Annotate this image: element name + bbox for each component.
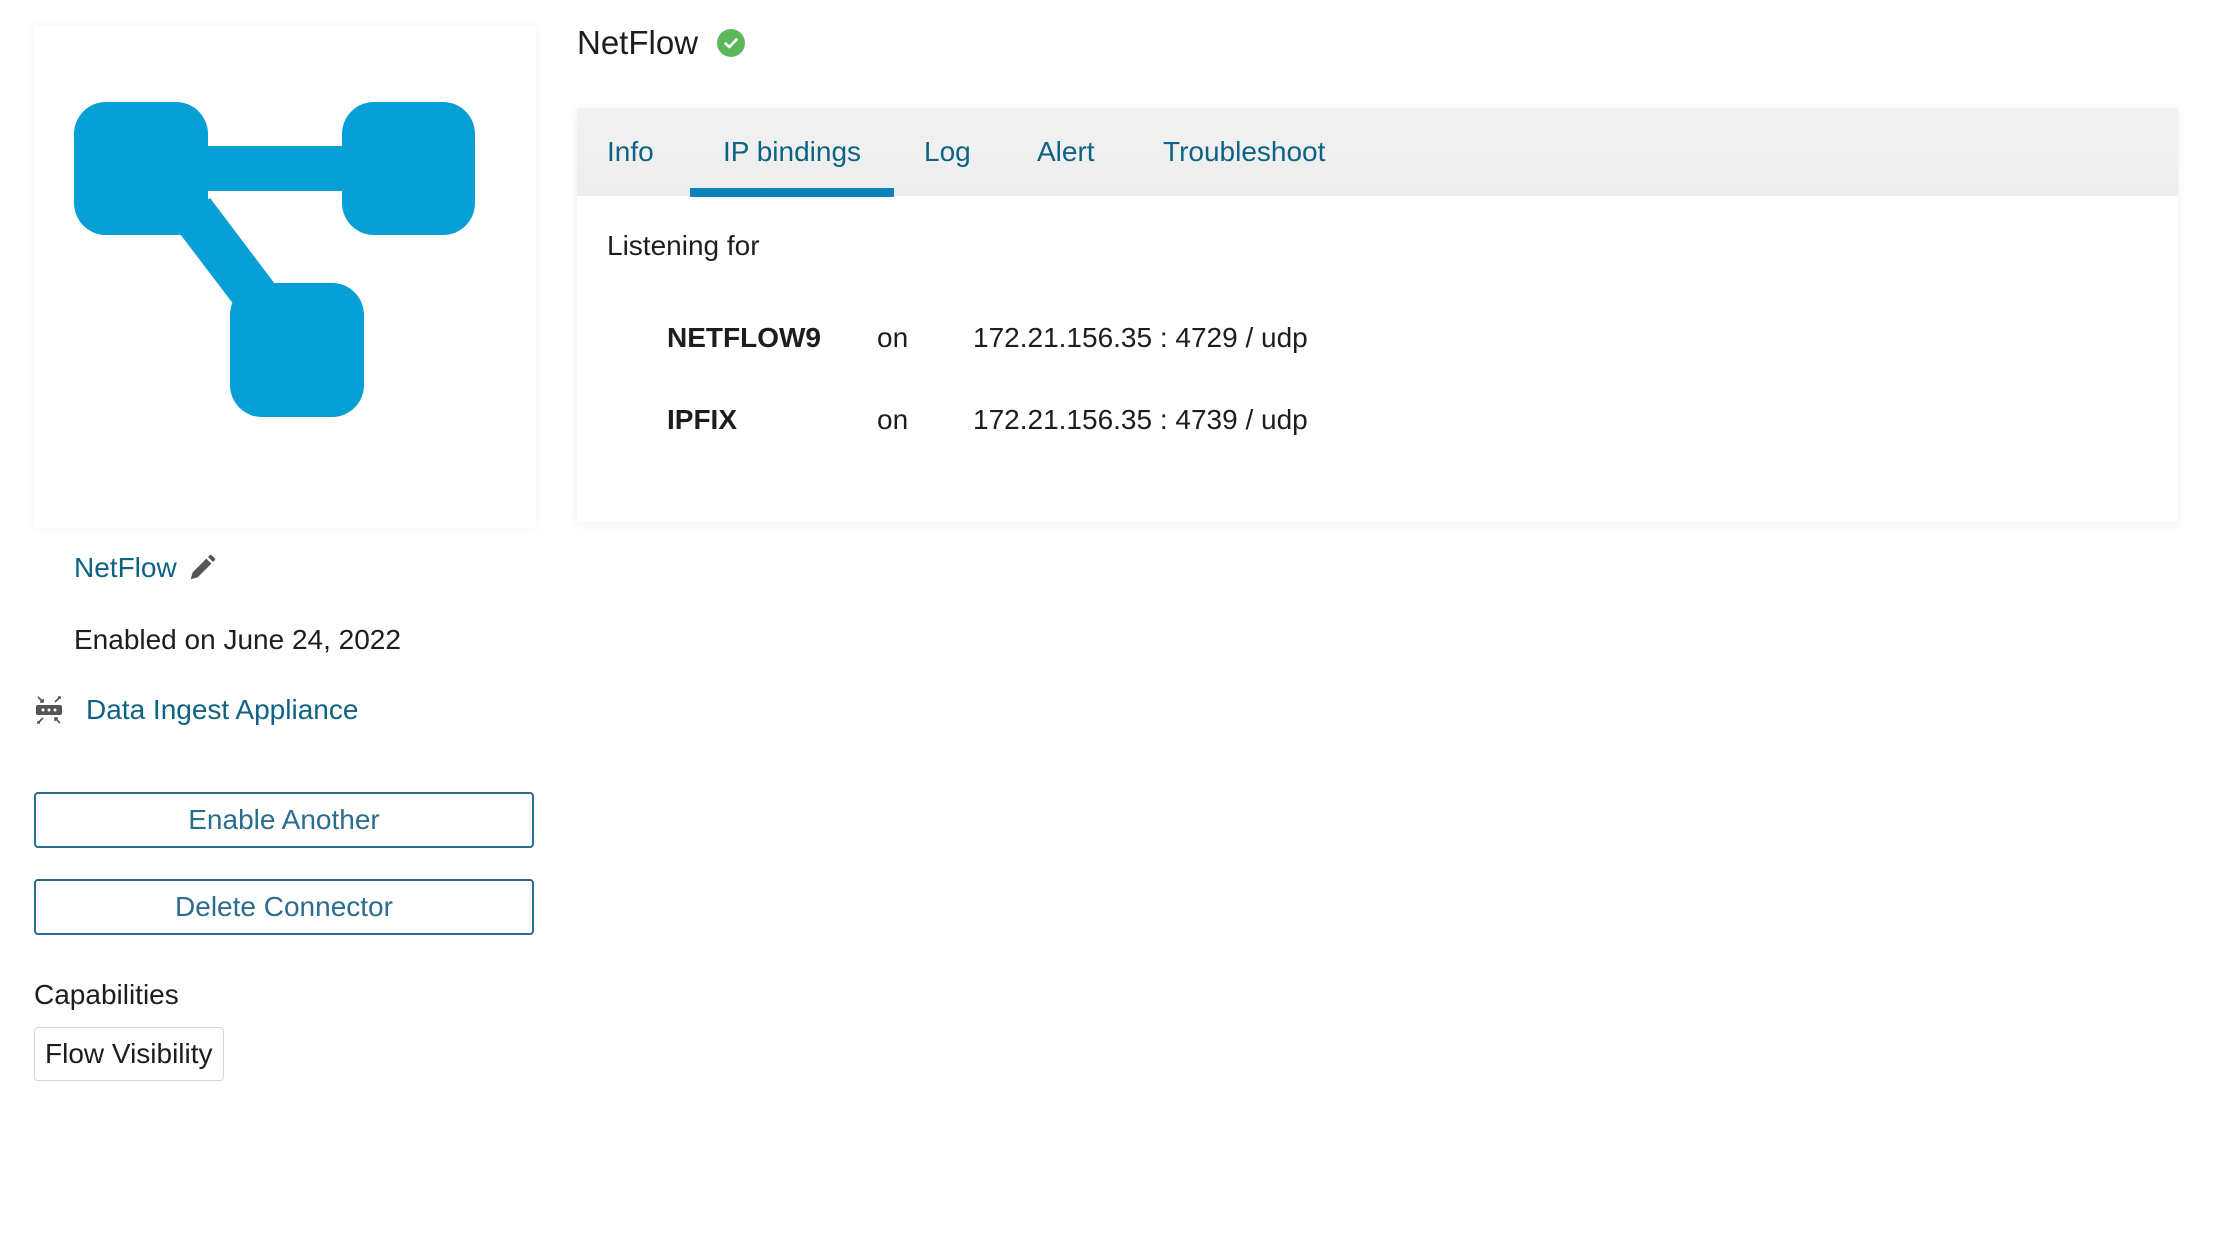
binding-row: IPFIX on 172.21.156.35 : 4739 / udp [667,404,1308,436]
netflow-logo-icon [74,102,475,417]
listening-heading: Listening for [607,230,760,261]
page-title: NetFlow [577,24,699,61]
tab-info[interactable]: Info [607,108,654,196]
appliance-row: Data Ingest Appliance [34,694,358,726]
delete-connector-button[interactable]: Delete Connector [34,879,534,935]
pencil-icon[interactable] [187,553,217,583]
tab-bar: Info IP bindings Log Alert Troubleshoot [577,108,2178,197]
check-circle-icon [717,29,746,57]
binding-row: NETFLOW9 on 172.21.156.35 : 4729 / udp [667,322,1308,354]
tab-troubleshoot[interactable]: Troubleshoot [1163,108,1325,196]
page-header: NetFlow [577,24,746,62]
capability-tag: Flow Visibility [34,1027,224,1081]
capabilities-heading: Capabilities [34,979,179,1010]
binding-protocol: NETFLOW9 [667,322,821,353]
details-panel: Info IP bindings Log Alert Troubleshoot … [577,108,2178,522]
binding-on-label: on [877,322,909,353]
tab-log[interactable]: Log [924,108,971,196]
data-ingest-appliance-link[interactable]: Data Ingest Appliance [86,694,358,726]
enable-another-button[interactable]: Enable Another [34,792,534,848]
connector-name-row: NetFlow [74,552,217,584]
binding-protocol: IPFIX [667,404,738,435]
binding-address: 172.21.156.35 : 4739 / udp [973,404,1308,435]
binding-on-label: on [877,404,909,435]
tab-alert[interactable]: Alert [1037,108,1095,196]
appliance-icon [36,696,62,724]
connector-logo-card [34,26,536,528]
connector-name-link[interactable]: NetFlow [74,552,177,584]
binding-address: 172.21.156.35 : 4729 / udp [973,322,1308,353]
enabled-date-text: Enabled on June 24, 2022 [74,624,401,655]
active-tab-indicator [690,188,894,197]
tab-ip-bindings[interactable]: IP bindings [690,108,894,196]
